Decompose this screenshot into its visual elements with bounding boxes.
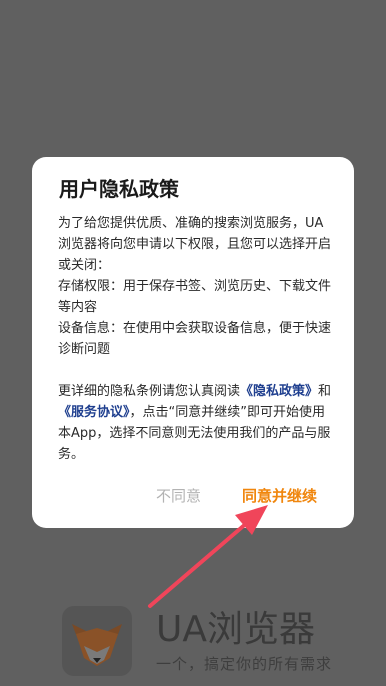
agreement-and: 和 [318,384,332,399]
agreement-prefix: 更详细的隐私条例请您认真阅读 [58,384,241,399]
dialog-intro: 为了给您提供优质、准确的搜索浏览服务，UA浏览器将向您申请以下权限，且您可以选择… [58,216,332,273]
device-info-text: 设备信息：在使用中会获取设备信息，便于快速诊断问题 [58,321,332,357]
storage-permission-text: 存储权限：用于保存书签、浏览历史、下载文件等内容 [58,279,332,315]
agreement-paragraph: 更详细的隐私条例请您认真阅读《隐私政策》和《服务协议》，点击“同意并继续”即可开… [58,381,334,465]
dialog-title: 用户隐私政策 [59,177,179,201]
privacy-policy-link[interactable]: 《隐私政策》 [240,384,318,399]
accept-continue-button[interactable]: 同意并继续 [242,485,317,507]
fox-logo-icon [62,606,132,676]
privacy-dialog: 用户隐私政策 为了给您提供优质、准确的搜索浏览服务，UA浏览器将向您申请以下权限… [32,157,354,528]
decline-button[interactable]: 不同意 [156,485,201,507]
service-agreement-link[interactable]: 《服务协议》 [58,405,130,420]
splash-app-name: UA浏览器 [156,609,315,650]
splash-brand: UA浏览器 一个，搞定你的所有需求 [62,606,362,686]
dialog-body: 为了给您提供优质、准确的搜索浏览服务，UA浏览器将向您申请以下权限，且您可以选择… [58,213,334,465]
splash-slogan: 一个，搞定你的所有需求 [156,655,333,673]
